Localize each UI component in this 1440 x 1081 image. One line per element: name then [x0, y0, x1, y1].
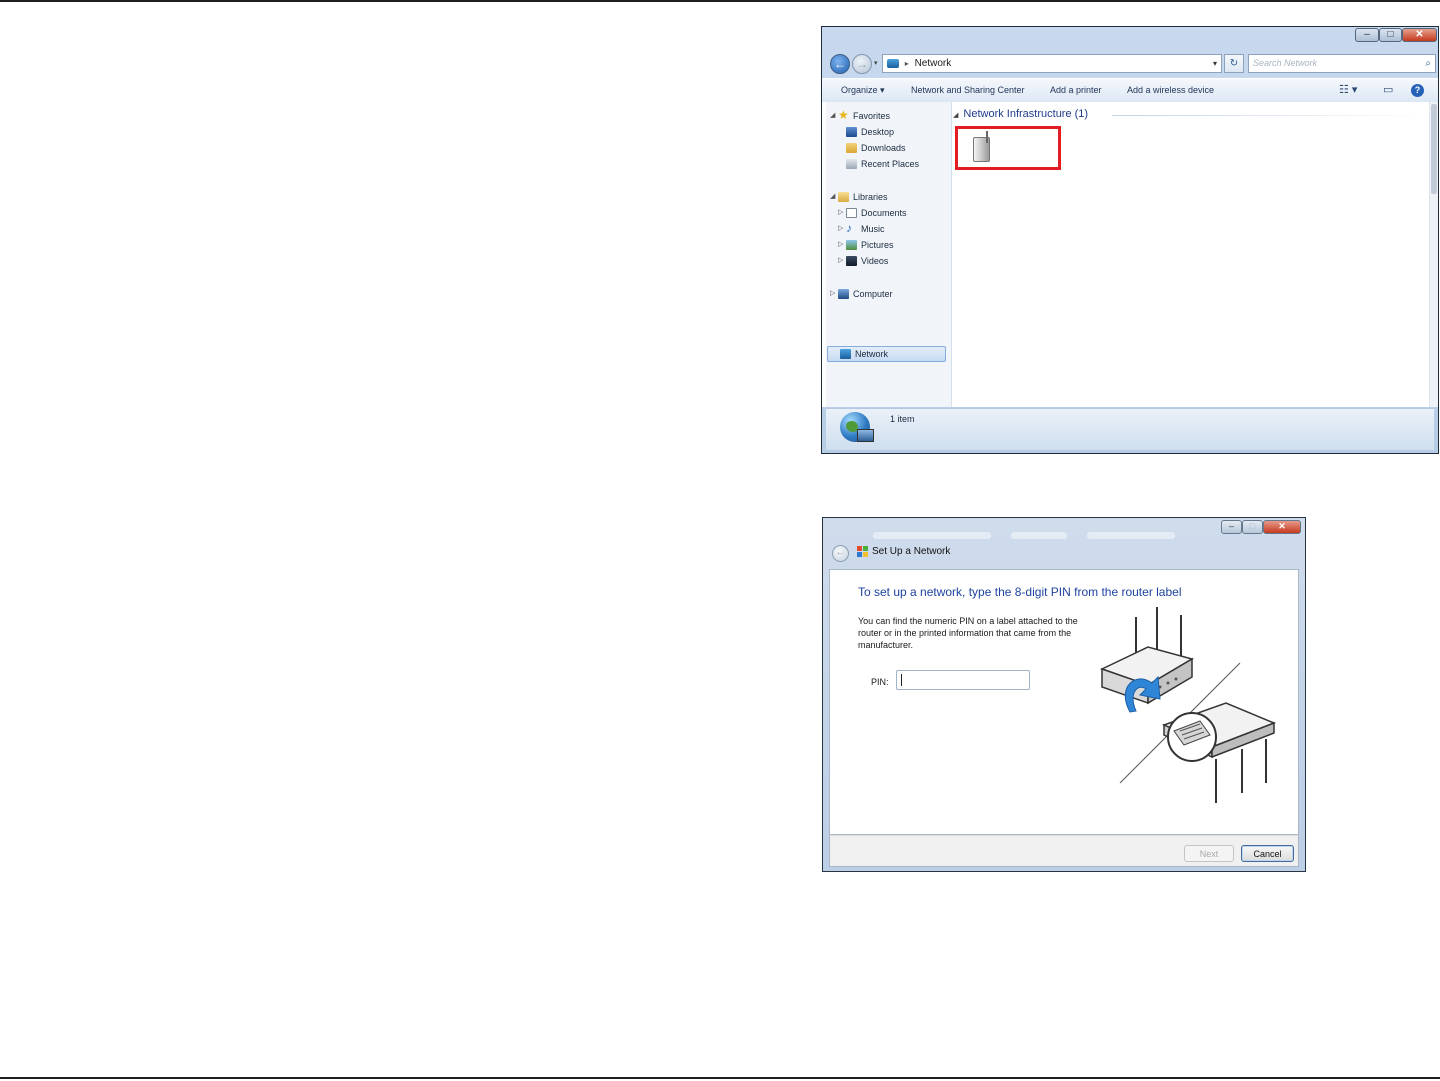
help-icon[interactable]: ?	[1411, 84, 1424, 97]
recent-pages-dropdown[interactable]: ▾	[874, 59, 878, 67]
nav-libraries[interactable]: ◢ Libraries	[826, 189, 951, 205]
nav-documents[interactable]: ▷ Documents	[826, 205, 951, 221]
add-wireless-device-button[interactable]: Add a wireless device	[1127, 79, 1214, 102]
back-arrow-icon[interactable]: ←	[830, 54, 850, 74]
star-icon: ★	[838, 108, 849, 122]
refresh-icon[interactable]: ↻	[1224, 54, 1244, 73]
minimize-button[interactable]: –	[1221, 520, 1242, 534]
computer-icon	[838, 289, 849, 299]
text-caret	[901, 674, 902, 686]
nav-network[interactable]: Network	[827, 346, 946, 362]
documents-icon	[846, 208, 857, 218]
device-highlight-box	[955, 126, 1061, 170]
vertical-scrollbar[interactable]	[1429, 102, 1438, 407]
dialog-footer: Next Cancel	[829, 835, 1299, 867]
top-rule	[0, 0, 1440, 2]
search-input[interactable]: Search Network ⌕	[1248, 54, 1436, 73]
maximize-button[interactable]: □	[1379, 28, 1402, 42]
setup-network-dialog: – □ ✕ ← Set Up a Network To set up a net…	[822, 517, 1306, 872]
nav-recent-places[interactable]: Recent Places	[826, 156, 951, 172]
libraries-icon	[838, 192, 849, 202]
preview-pane-icon[interactable]: ▭	[1383, 79, 1393, 102]
pictures-icon	[846, 240, 857, 250]
organize-menu[interactable]: Organize ▾	[841, 79, 885, 102]
network-infrastructure-group-header[interactable]: ◢ Network Infrastructure (1)	[953, 108, 1088, 120]
nav-favorites[interactable]: ◢ ★ Favorites	[826, 108, 951, 124]
router-label-illustration	[1100, 607, 1277, 803]
background-window-blur	[873, 532, 991, 539]
wireless-setup-icon	[857, 546, 869, 558]
downloads-folder-icon	[846, 143, 857, 153]
dialog-title: Set Up a Network	[872, 546, 951, 557]
dialog-body: To set up a network, type the 8-digit PI…	[829, 569, 1299, 835]
network-icon	[887, 58, 899, 68]
back-arrow-icon[interactable]: ←	[832, 545, 849, 562]
minimize-button[interactable]: –	[1355, 28, 1379, 42]
instruction-heading: To set up a network, type the 8-digit PI…	[858, 585, 1182, 599]
navigation-pane: ◢ ★ Favorites Desktop Downloads Recent P…	[826, 102, 952, 407]
pin-input[interactable]	[896, 670, 1030, 690]
nav-desktop[interactable]: Desktop	[826, 124, 951, 140]
network-icon	[840, 349, 851, 359]
add-printer-button[interactable]: Add a printer	[1050, 79, 1102, 102]
address-location: Network	[914, 58, 952, 69]
pin-label: PIN:	[871, 677, 889, 687]
address-bar[interactable]: ▸ Network ▾	[882, 54, 1222, 73]
search-icon[interactable]: ⌕	[1425, 55, 1431, 72]
next-button[interactable]: Next	[1184, 845, 1234, 862]
explorer-content: ◢ ★ Favorites Desktop Downloads Recent P…	[822, 102, 1438, 407]
cancel-button[interactable]: Cancel	[1241, 845, 1294, 862]
nav-computer[interactable]: ▷ Computer	[826, 286, 951, 302]
close-button[interactable]: ✕	[1402, 28, 1437, 42]
maximize-button: □	[1242, 520, 1263, 534]
nav-downloads[interactable]: Downloads	[826, 140, 951, 156]
views-icon[interactable]: ☷ ▾	[1339, 79, 1357, 102]
scrollbar-thumb[interactable]	[1431, 104, 1437, 194]
forward-arrow-icon[interactable]: →	[852, 54, 872, 74]
details-pane: 1 item	[826, 408, 1434, 450]
music-icon: ♪	[846, 221, 852, 235]
instruction-text: You can find the numeric PIN on a label …	[858, 616, 1078, 650]
nav-pictures[interactable]: ▷ Pictures	[826, 237, 951, 253]
bottom-rule	[0, 1077, 1440, 1079]
desktop-icon	[846, 127, 857, 137]
group-divider	[1112, 115, 1432, 116]
nav-music[interactable]: ▷ ♪ Music	[826, 221, 951, 237]
command-bar: Organize ▾ Network and Sharing Center Ad…	[822, 78, 1438, 103]
collapse-arrow-icon[interactable]: ◢	[953, 112, 958, 119]
network-explorer-window: – □ ✕ ← → ▾ ▸ Network ▾ ↻ Search Network…	[821, 26, 1439, 454]
navigation-row: ← → ▾ ▸ Network ▾ ↻ Search Network ⌕	[826, 53, 1436, 75]
search-placeholder: Search Network	[1253, 58, 1318, 68]
item-count: 1 item	[890, 414, 915, 424]
network-sharing-center-button[interactable]: Network and Sharing Center	[911, 79, 1025, 102]
address-dropdown-icon[interactable]: ▾	[1213, 55, 1217, 72]
recent-places-icon	[846, 159, 857, 169]
network-globe-icon	[840, 412, 874, 442]
videos-icon	[846, 256, 857, 266]
nav-videos[interactable]: ▷ Videos	[826, 253, 951, 269]
close-button[interactable]: ✕	[1263, 520, 1301, 534]
